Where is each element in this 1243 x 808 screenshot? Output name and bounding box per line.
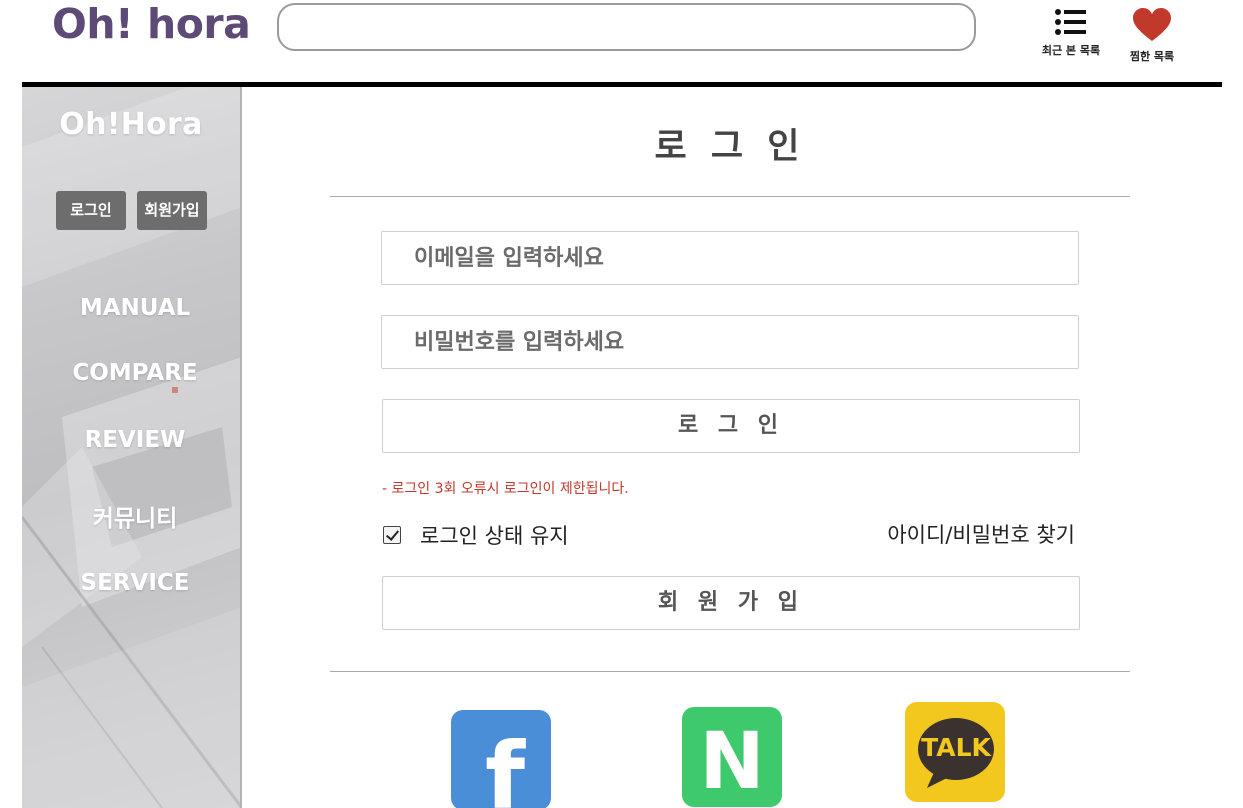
kakao-talk-text: TALK	[921, 733, 991, 762]
site-logo[interactable]: Oh! hora	[52, 0, 251, 48]
liked-items-button[interactable]: 찜한 목록	[1117, 8, 1187, 64]
sidebar-login-button[interactable]: 로그인	[56, 191, 126, 230]
nav-community[interactable]: 커뮤니티	[22, 499, 240, 533]
signup-button[interactable]: 회 원 가 입	[382, 576, 1080, 630]
kakao-login-button[interactable]: TALK	[905, 702, 1005, 802]
nav-review[interactable]: REVIEW	[22, 427, 240, 453]
password-field[interactable]	[381, 315, 1079, 369]
keep-login-option[interactable]: 로그인 상태 유지	[383, 520, 569, 550]
recent-items-label: 최근 본 목록	[1041, 44, 1101, 57]
nav-service[interactable]: SERVICE	[22, 570, 240, 596]
recent-items-button[interactable]: 최근 본 목록	[1036, 8, 1106, 58]
login-warning-text: - 로그인 3회 오류시 로그인이 제한됩니다.	[382, 481, 629, 497]
naver-icon: N	[699, 717, 765, 807]
nav-compare[interactable]: COMPARE	[22, 360, 240, 386]
facebook-login-button[interactable]: f	[451, 710, 551, 808]
naver-login-button[interactable]: N	[682, 707, 782, 807]
social-divider	[330, 671, 1130, 672]
sidebar: Oh!Hora 로그인 회원가입 MANUAL COMPARE REVIEW 커…	[22, 87, 242, 808]
nav-manual[interactable]: MANUAL	[22, 295, 240, 321]
page-title: 로 그 인	[654, 127, 806, 167]
search-input[interactable]	[277, 3, 976, 51]
title-divider	[330, 196, 1130, 197]
sidebar-signup-button[interactable]: 회원가입	[137, 191, 207, 230]
sidebar-title: Oh!Hora	[59, 107, 203, 142]
find-account-link[interactable]: 아이디/비밀번호 찾기	[887, 519, 1075, 549]
email-field[interactable]	[381, 231, 1079, 285]
keep-login-label: 로그인 상태 유지	[420, 524, 569, 548]
liked-items-label: 찜한 목록	[1129, 50, 1175, 63]
facebook-icon: f	[484, 723, 526, 808]
login-button[interactable]: 로 그 인	[382, 399, 1080, 453]
list-icon	[1036, 8, 1106, 36]
keep-login-checkbox[interactable]	[383, 526, 401, 544]
heart-icon	[1117, 8, 1187, 42]
